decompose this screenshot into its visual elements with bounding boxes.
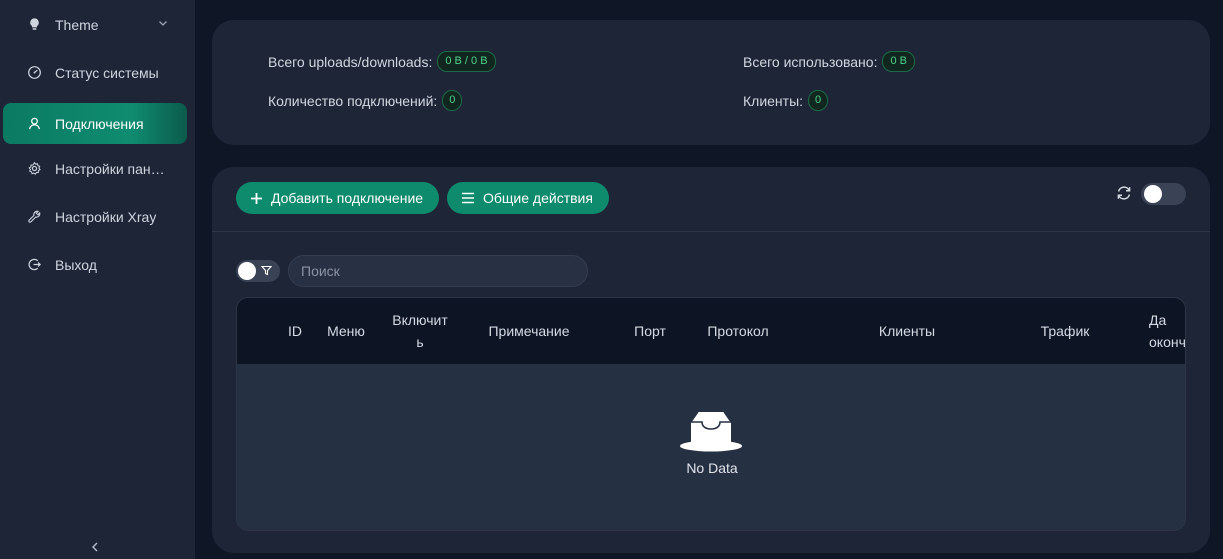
filter-icon: [261, 265, 272, 276]
toggle-knob: [238, 262, 256, 280]
sidebar-item-xray-settings[interactable]: Настройки Xray: [3, 196, 187, 237]
refresh-icon[interactable]: [1115, 184, 1133, 202]
sidebar-item-label: Статус системы: [55, 64, 159, 81]
column-header-clients[interactable]: Клиенты: [867, 298, 947, 364]
chevron-down-icon: [159, 21, 167, 26]
stat-label: Клиенты:: [743, 92, 804, 109]
inbounds-table: ID Меню Включит ь Примечание Порт Проток…: [236, 297, 1186, 531]
stat-badge: 0: [808, 90, 829, 111]
sidebar-item-label: Настройки пан…: [55, 160, 165, 177]
toggle-knob: [1144, 185, 1162, 203]
sidebar-item-logout[interactable]: Выход: [3, 244, 187, 285]
sidebar: Theme Статус системы Подключения Настрой…: [0, 0, 195, 559]
divider: [212, 231, 1210, 232]
search-input[interactable]: [288, 255, 588, 287]
add-inbound-label: Добавить подключение: [271, 190, 424, 206]
empty-state-text: No Data: [686, 460, 738, 476]
auto-refresh-toggle[interactable]: [1141, 183, 1186, 205]
stat-badge: 0 B: [882, 51, 915, 72]
general-actions-button[interactable]: Общие действия: [447, 182, 609, 214]
stat-badge: 0 B / 0 B: [437, 51, 496, 72]
sidebar-item-label: Theme: [55, 16, 99, 33]
stat-total-used: Всего использовано: 0 B: [743, 51, 915, 72]
general-actions-label: Общие действия: [483, 190, 593, 206]
user-icon: [25, 115, 43, 133]
logout-icon: [25, 256, 43, 274]
stat-label: Всего использовано:: [743, 53, 878, 70]
stat-clients: Клиенты: 0: [743, 90, 829, 111]
stat-connections-count: Количество подключений: 0: [268, 90, 463, 111]
sidebar-collapse-button[interactable]: [86, 538, 104, 556]
bulb-icon: [25, 16, 43, 34]
chevron-left-icon: [92, 542, 98, 552]
gear-icon: [25, 160, 43, 178]
plus-icon: [250, 192, 263, 205]
column-header-remark[interactable]: Примечание: [473, 298, 585, 364]
sidebar-item-connections[interactable]: Подключения: [3, 103, 187, 144]
empty-inbox-icon: [680, 411, 742, 452]
column-header-id[interactable]: ID: [279, 298, 311, 364]
table-header: ID Меню Включит ь Примечание Порт Проток…: [237, 298, 1185, 364]
stats-card: Всего uploads/downloads: 0 B / 0 B Всего…: [212, 20, 1210, 145]
add-inbound-button[interactable]: Добавить подключение: [236, 182, 440, 214]
column-header-enable[interactable]: Включит ь: [385, 298, 455, 364]
sidebar-item-system-status[interactable]: Статус системы: [3, 52, 187, 93]
stat-label: Всего uploads/downloads:: [268, 53, 433, 70]
column-header-menu[interactable]: Меню: [321, 298, 371, 364]
dashboard-icon: [25, 64, 43, 82]
sidebar-item-theme[interactable]: Theme: [3, 4, 187, 45]
filter-toggle[interactable]: [236, 260, 280, 282]
stat-badge: 0: [442, 90, 463, 111]
sidebar-item-label: Настройки Xray: [55, 208, 157, 225]
sidebar-item-label: Подключения: [55, 115, 144, 132]
column-header-traffic[interactable]: Трафик: [1033, 298, 1097, 364]
menu-icon: [461, 192, 475, 204]
inbounds-card: Добавить подключение Общие действия ID М…: [212, 167, 1210, 553]
sidebar-item-panel-settings[interactable]: Настройки пан…: [3, 148, 187, 189]
column-header-protocol[interactable]: Протокол: [697, 298, 779, 364]
sidebar-item-label: Выход: [55, 256, 97, 273]
stat-total-traffic: Всего uploads/downloads: 0 B / 0 B: [268, 51, 496, 72]
stat-label: Количество подключений:: [268, 92, 438, 109]
column-header-port[interactable]: Порт: [625, 298, 675, 364]
wrench-icon: [25, 208, 43, 226]
column-header-expiry[interactable]: Да оконч: [1149, 298, 1185, 364]
